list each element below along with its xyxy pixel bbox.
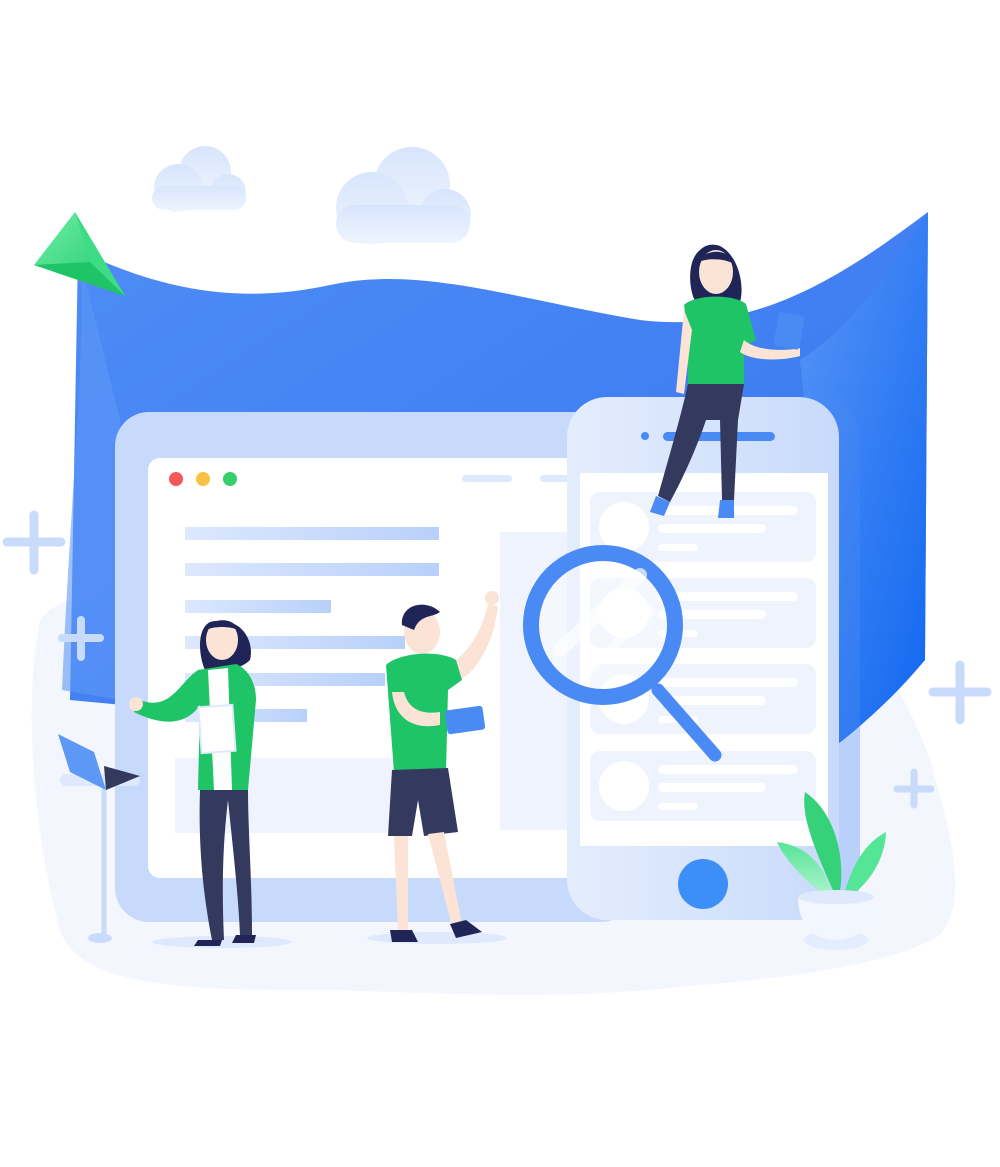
document-icon (197, 703, 237, 755)
list-item (590, 751, 816, 821)
illustration-canvas (2, 146, 992, 995)
placeholder-line (185, 563, 439, 576)
window-dot-yellow (196, 472, 210, 486)
search-illustration (0, 0, 1000, 1167)
home-button (678, 859, 728, 909)
cloud-icon (152, 146, 246, 212)
plus-icon (928, 660, 992, 725)
plus-icon (2, 510, 66, 575)
placeholder-line (185, 600, 331, 613)
placeholder-line (185, 527, 439, 540)
window-dot-green (223, 472, 237, 486)
cloud-icon (336, 147, 471, 244)
window-dot-red (169, 472, 183, 486)
